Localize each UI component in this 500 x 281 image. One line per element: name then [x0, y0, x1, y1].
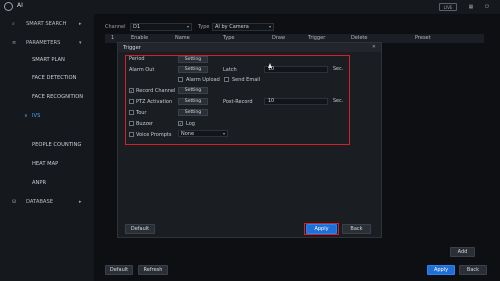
- logo-icon: [4, 2, 13, 11]
- chevron-down-icon: ∨: [24, 113, 28, 119]
- dialog-back-button[interactable]: Back: [342, 224, 371, 234]
- type-label: Type: [198, 24, 210, 30]
- chevron-right-icon: ▸: [79, 21, 82, 27]
- sidebar-item-people-counting[interactable]: PEOPLE COUNTING: [0, 138, 94, 152]
- sidebar: ⌕ SMART SEARCH ▸ ≡ PARAMETERS ▾ SMART PL…: [0, 14, 94, 281]
- close-icon[interactable]: ✕: [372, 44, 376, 50]
- database-icon: ⛁: [12, 199, 17, 205]
- default-button[interactable]: Default: [105, 265, 133, 275]
- grid-icon[interactable]: ▦: [467, 3, 475, 11]
- dialog-title: Trigger: [123, 44, 141, 51]
- sidebar-item-anpr[interactable]: ANPR: [0, 176, 94, 190]
- chevron-down-icon: ▾: [186, 24, 189, 29]
- dialog-default-button[interactable]: Default: [125, 224, 155, 234]
- apply-highlight: [304, 223, 339, 235]
- refresh-button[interactable]: Refresh: [138, 265, 168, 275]
- channel-label: Channel: [105, 24, 126, 30]
- sidebar-item-smart-plan[interactable]: SMART PLAN: [0, 53, 94, 67]
- chevron-right-icon: ▸: [79, 199, 82, 205]
- live-button[interactable]: LIVE: [439, 3, 457, 11]
- chevron-down-icon: ▾: [79, 40, 82, 46]
- window-title: AI: [17, 2, 23, 9]
- sidebar-item-database[interactable]: ⛁ DATABASE ▸: [0, 195, 94, 209]
- sidebar-item-face-recognition[interactable]: FACE RECOGNITION: [0, 90, 94, 104]
- mouse-cursor-icon: [268, 63, 272, 68]
- type-select[interactable]: AI by Camera ▾: [212, 23, 274, 31]
- sidebar-item-face-detection[interactable]: FACE DETECTION: [0, 71, 94, 85]
- search-icon: ⌕: [12, 21, 15, 27]
- chevron-down-icon: ▾: [268, 24, 271, 29]
- add-button[interactable]: Add: [450, 247, 475, 257]
- sidebar-item-ivs[interactable]: ∨ IVS: [0, 109, 94, 123]
- power-icon[interactable]: ⏻: [483, 3, 491, 11]
- sidebar-item-heat-map[interactable]: HEAT MAP: [0, 157, 94, 171]
- dialog-title-bar: Trigger ✕: [118, 43, 381, 52]
- sidebar-item-smart-search[interactable]: ⌕ SMART SEARCH ▸: [0, 17, 94, 31]
- apply-button[interactable]: Apply: [427, 265, 455, 275]
- sidebar-item-parameters[interactable]: ≡ PARAMETERS ▾: [0, 36, 94, 50]
- channel-select[interactable]: D1 ▾: [130, 23, 192, 31]
- trigger-options-highlight: [125, 55, 350, 145]
- list-icon: ≡: [12, 40, 17, 46]
- title-bar: AI LIVE ▦ ⏻: [0, 0, 500, 15]
- back-button[interactable]: Back: [459, 265, 487, 275]
